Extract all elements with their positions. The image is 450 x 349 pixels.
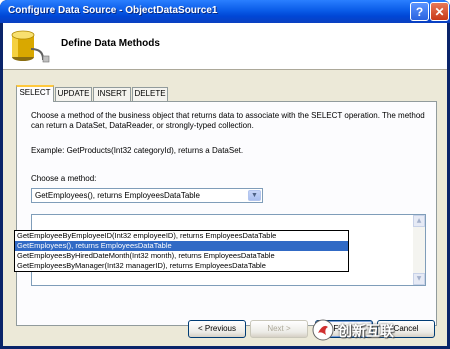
next-button[interactable]: Next > <box>250 320 308 338</box>
description-text: Choose a method of the business object t… <box>31 111 425 130</box>
help-button[interactable]: ? <box>410 2 429 21</box>
watermark-logo-icon <box>312 319 334 343</box>
scroll-down-icon[interactable]: ▼ <box>413 273 425 285</box>
dropdown-option[interactable]: GetEmployeeByEmployeeID(Int32 employeeID… <box>15 231 348 241</box>
page-title: Define Data Methods <box>61 38 160 49</box>
scrollbar[interactable]: ▲ ▼ <box>413 215 425 285</box>
select-tab-panel: Choose a method of the business object t… <box>16 101 437 326</box>
dropdown-option[interactable]: GetEmployeesByManager(Int32 managerID), … <box>15 261 348 271</box>
database-icon <box>9 27 51 69</box>
previous-button[interactable]: < Previous <box>188 320 246 338</box>
window-title: Configure Data Source - ObjectDataSource… <box>8 5 218 16</box>
example-text: Example: GetProducts(Int32 categoryId), … <box>31 146 244 155</box>
title-bar[interactable]: Configure Data Source - ObjectDataSource… <box>0 0 450 23</box>
method-select[interactable]: GetEmployees(), returns EmployeesDataTab… <box>31 188 263 203</box>
watermark-text: 创新互联 <box>338 324 394 340</box>
dialog-window: Configure Data Source - ObjectDataSource… <box>0 0 450 349</box>
dropdown-option-selected[interactable]: GetEmployees(), returns EmployeesDataTab… <box>15 241 348 251</box>
chevron-down-icon[interactable]: ▼ <box>248 190 261 201</box>
tab-select[interactable]: SELECT <box>16 85 54 102</box>
dialog-client: Define Data Methods SELECT UPDATE INSERT… <box>3 23 447 346</box>
dropdown-option[interactable]: GetEmployeesByHiredDateMonth(Int32 month… <box>15 251 348 261</box>
tab-delete[interactable]: DELETE <box>132 87 168 101</box>
choose-method-label: Choose a method: <box>31 174 97 183</box>
wizard-header: Define Data Methods <box>3 23 447 70</box>
watermark: 创新互联 <box>312 317 446 345</box>
method-select-value: GetEmployees(), returns EmployeesDataTab… <box>35 191 200 200</box>
tab-update[interactable]: UPDATE <box>55 87 92 101</box>
scroll-up-icon[interactable]: ▲ <box>413 215 425 227</box>
method-dropdown-list[interactable]: GetEmployeeByEmployeeID(Int32 employeeID… <box>14 230 349 272</box>
close-button[interactable]: ✕ <box>430 2 449 21</box>
tab-insert[interactable]: INSERT <box>93 87 131 101</box>
